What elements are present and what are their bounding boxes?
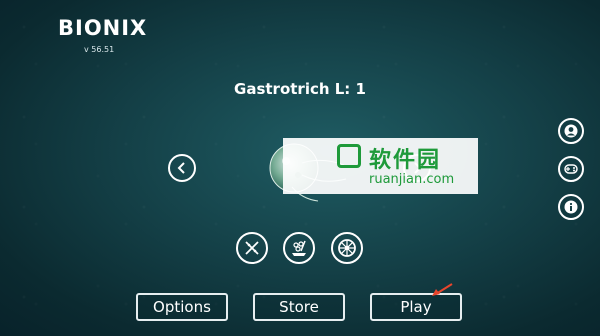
watermark-chinese-text: 软件园 (369, 148, 442, 173)
wheel-icon (338, 239, 356, 257)
red-arrow-annotation (432, 283, 453, 296)
version-label: v 56.51 (84, 45, 115, 54)
watermark-domain-text: ruanjian.com (369, 172, 455, 187)
microbe-dish-icon (292, 240, 306, 256)
controller-button[interactable] (558, 156, 584, 182)
watermark-logo-icon (337, 144, 361, 168)
gamepad-icon (564, 164, 578, 174)
info-icon (564, 200, 578, 214)
account-icon (564, 124, 578, 138)
profile-button[interactable] (558, 118, 584, 144)
lucky-wheel-button[interactable] (331, 232, 363, 264)
store-button[interactable]: Store (253, 293, 345, 321)
options-button[interactable]: Options (136, 293, 228, 321)
creature-name: Gastrotrich L: 1 (234, 80, 366, 98)
evolution-dna-button[interactable] (236, 232, 268, 264)
chevron-left-icon (177, 162, 185, 174)
watermark-overlay: 软件园 ruanjian.com (283, 138, 478, 194)
info-button[interactable] (558, 194, 584, 220)
microbe-editor-button[interactable] (283, 232, 315, 264)
dna-icon (245, 241, 259, 255)
previous-creature-button[interactable] (168, 154, 196, 182)
game-logo: BIONIX (58, 16, 148, 40)
